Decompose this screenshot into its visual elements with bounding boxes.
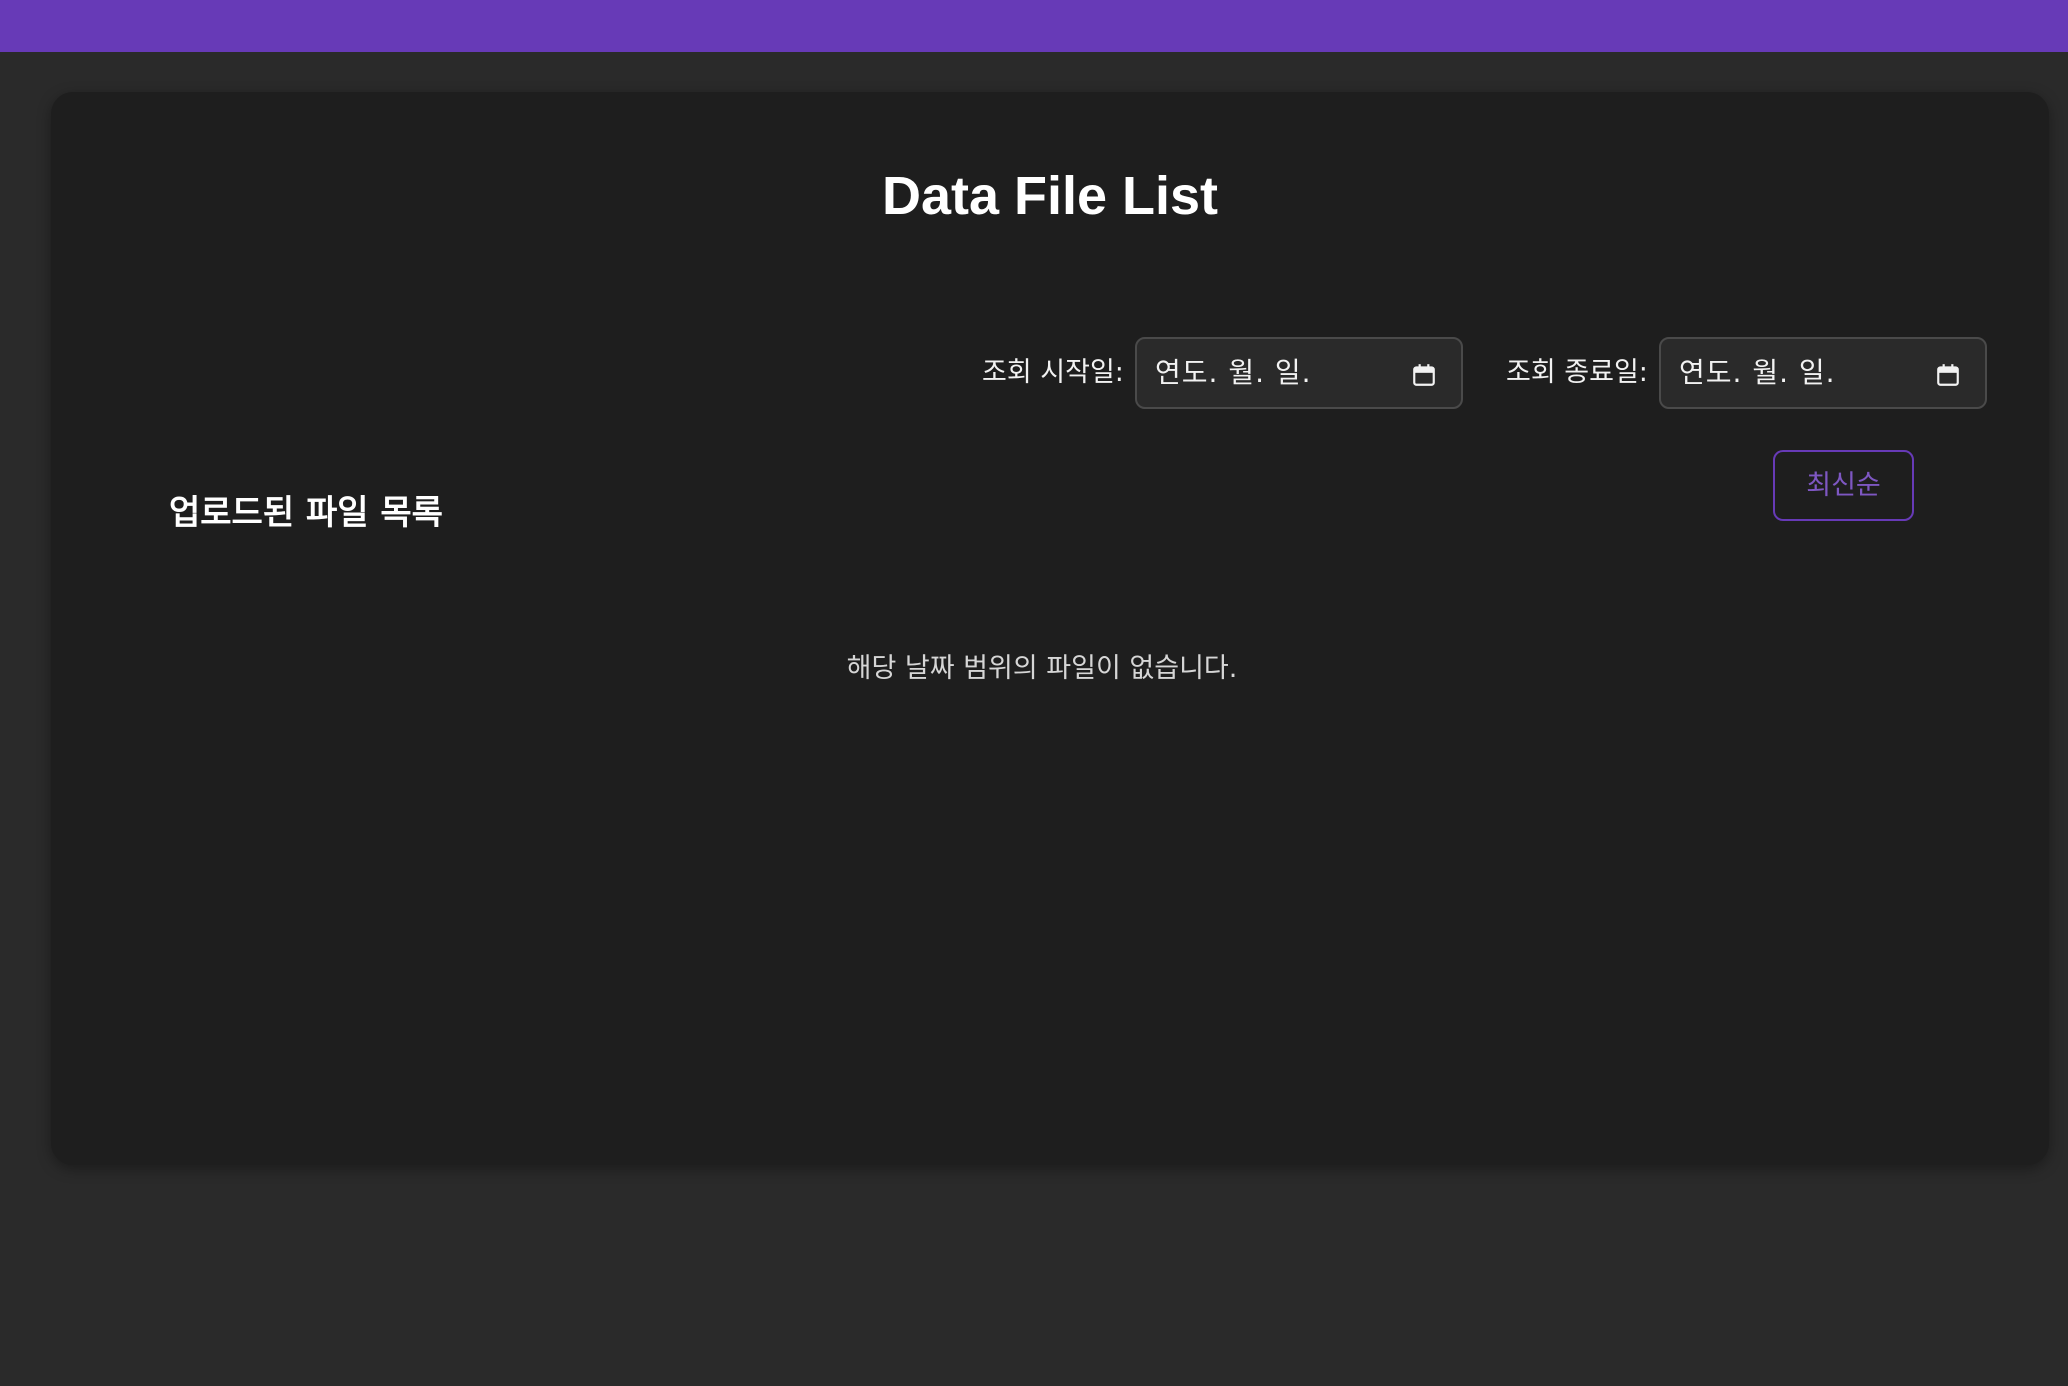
end-date-label: 조회 종료일: (1506, 357, 1648, 388)
end-date-input[interactable]: 연도. 월. 일. (1659, 337, 1987, 409)
end-date-value: 연도. 월. 일. (1679, 356, 1836, 389)
start-date-label: 조회 시작일: (982, 357, 1124, 388)
page-title: Data File List (881, 166, 1219, 226)
start-date-input[interactable]: 연도. 월. 일. (1135, 337, 1463, 409)
file-list-card (51, 92, 2049, 1165)
top-app-bar (0, 0, 2068, 52)
start-date-value: 연도. 월. 일. (1155, 356, 1312, 389)
section-title: 업로드된 파일 목록 (169, 493, 443, 534)
calendar-icon[interactable] (1411, 362, 1437, 388)
calendar-icon[interactable] (1935, 362, 1961, 388)
empty-state-message: 해당 날짜 범위의 파일이 없습니다. (846, 653, 1238, 684)
sort-latest-button[interactable]: 최신순 (1773, 450, 1914, 521)
